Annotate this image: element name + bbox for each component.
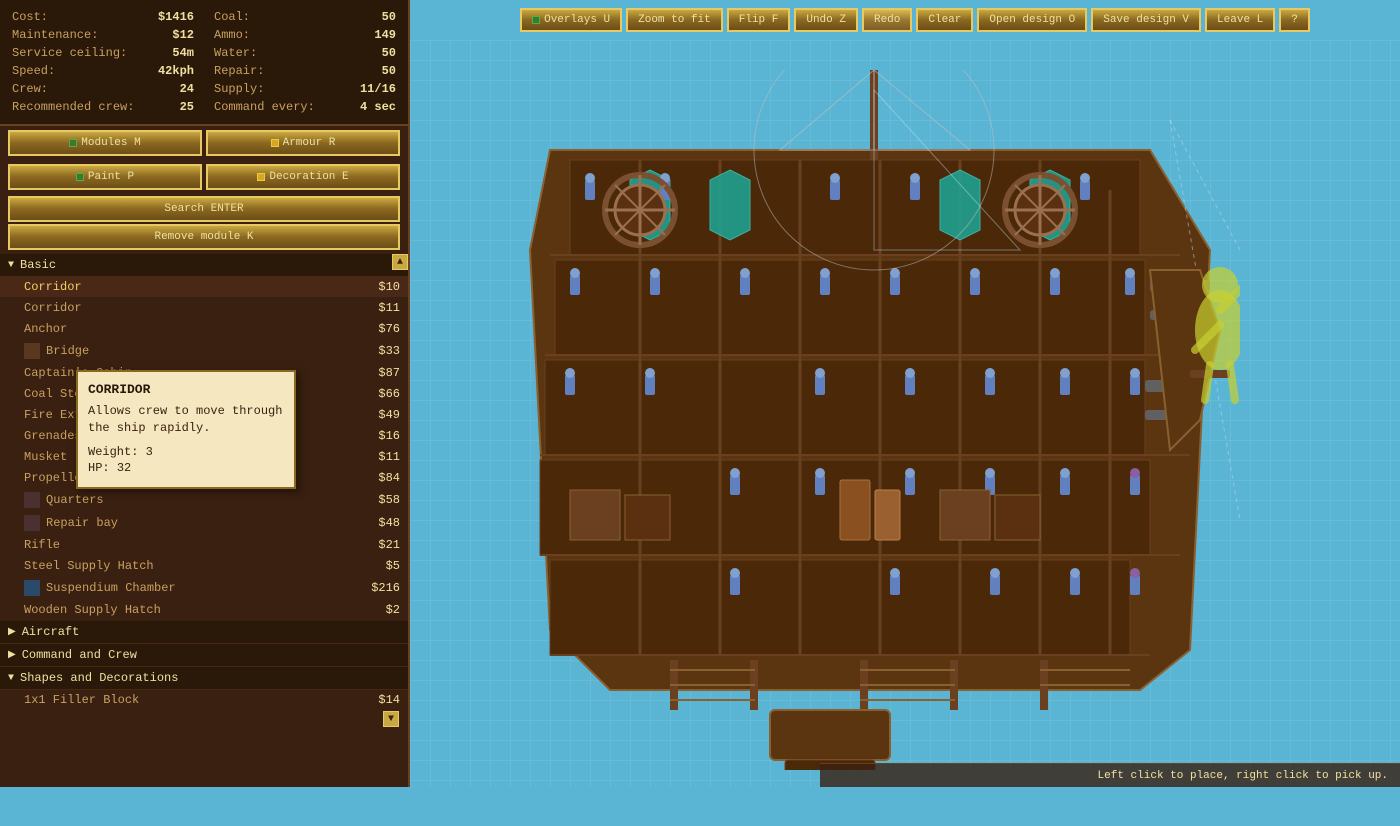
- list-item[interactable]: Quarters $58: [0, 489, 408, 512]
- scroll-up-arrow[interactable]: ▲: [392, 254, 408, 270]
- category-aircraft[interactable]: ▶ Aircraft: [0, 621, 408, 644]
- stat-service-ceiling: Service ceiling: 54m: [12, 44, 194, 62]
- item-icon: [24, 343, 40, 359]
- paint-indicator: [76, 173, 84, 181]
- stat-supply: Supply: 11/16: [214, 80, 396, 98]
- stat-recommended-crew: Recommended crew: 25: [12, 98, 194, 116]
- status-bar: Left click to place, right click to pick…: [820, 763, 1400, 787]
- zoom-to-fit-button[interactable]: Zoom to fit: [626, 8, 723, 32]
- category-basic[interactable]: ▼ Basic: [0, 254, 408, 277]
- armour-indicator: [271, 139, 279, 147]
- help-button[interactable]: ?: [1279, 8, 1310, 32]
- tooltip-hp: HP: 32: [88, 461, 284, 475]
- search-bar[interactable]: Search ENTER: [8, 196, 400, 222]
- paint-button[interactable]: Paint P: [8, 164, 202, 190]
- ship-display: [490, 70, 1240, 770]
- list-item[interactable]: Bridge $33: [0, 340, 408, 363]
- stat-speed: Speed: 42kph: [12, 62, 194, 80]
- scroll-down-arrow[interactable]: ▼: [383, 711, 399, 727]
- armour-button[interactable]: Armour R: [206, 130, 400, 156]
- decoration-indicator: [257, 173, 265, 181]
- open-design-button[interactable]: Open design O: [977, 8, 1087, 32]
- stats-right: Coal: 50 Ammo: 149 Water: 50 Repair: 50 …: [214, 8, 396, 116]
- remove-module-bar[interactable]: Remove module K: [8, 224, 400, 250]
- item-icon: [24, 580, 40, 596]
- stat-cost: Cost: $1416: [12, 8, 194, 26]
- stat-command-every: Command every: 4 sec: [214, 98, 396, 116]
- stat-water: Water: 50: [214, 44, 396, 62]
- tooltip-description: Allows crew to move through the ship rap…: [88, 403, 284, 437]
- list-item[interactable]: Repair bay $48: [0, 512, 408, 535]
- stat-coal: Coal: 50: [214, 8, 396, 26]
- tooltip-title: CORRIDOR: [88, 382, 284, 397]
- toolbar: Overlays U Zoom to fit Flip F Undo Z Red…: [430, 0, 1400, 40]
- item-icon: [24, 515, 40, 531]
- aircraft-expand-arrow: ▶: [8, 626, 16, 638]
- panel-row-1: Modules M Armour R: [0, 126, 408, 160]
- modules-button[interactable]: Modules M: [8, 130, 202, 156]
- list-item[interactable]: Corridor $11: [0, 298, 408, 319]
- stat-crew: Crew: 24: [12, 80, 194, 98]
- redo-button[interactable]: Redo: [862, 8, 912, 32]
- stat-repair: Repair: 50: [214, 62, 396, 80]
- modules-indicator: [69, 139, 77, 147]
- list-item[interactable]: Suspendium Chamber $216: [0, 577, 408, 600]
- overlays-button[interactable]: Overlays U: [520, 8, 622, 32]
- category-shapes-decorations[interactable]: ▼ Shapes and Decorations: [0, 667, 408, 690]
- list-item[interactable]: Anchor $76: [0, 319, 408, 340]
- basic-expand-arrow: ▼: [8, 260, 14, 271]
- stat-maintenance: Maintenance: $12: [12, 26, 194, 44]
- status-text: Left click to place, right click to pick…: [1098, 770, 1388, 782]
- save-design-button[interactable]: Save design V: [1091, 8, 1201, 32]
- module-list[interactable]: ▲ ▼ Basic Corridor $10 Corridor $11 Anch…: [0, 254, 408, 826]
- overlays-indicator: [532, 16, 540, 24]
- stat-ammo: Ammo: 149: [214, 26, 396, 44]
- tooltip-weight: Weight: 3: [88, 445, 284, 459]
- panel-row-2: Paint P Decoration E: [0, 160, 408, 194]
- clear-button[interactable]: Clear: [916, 8, 973, 32]
- stats-grid: Cost: $1416 Maintenance: $12 Service cei…: [12, 8, 396, 116]
- list-item[interactable]: Wooden Supply Hatch $2: [0, 600, 408, 621]
- command-crew-expand-arrow: ▶: [8, 649, 16, 661]
- list-item[interactable]: Corridor $10: [0, 277, 408, 298]
- leave-button[interactable]: Leave L: [1205, 8, 1275, 32]
- category-command-crew[interactable]: ▶ Command and Crew: [0, 644, 408, 667]
- list-item[interactable]: 1x1 Filler Block $14: [0, 690, 408, 711]
- stats-area: Cost: $1416 Maintenance: $12 Service cei…: [0, 0, 408, 126]
- design-canvas[interactable]: Left click to place, right click to pick…: [410, 40, 1400, 787]
- corridor-tooltip: CORRIDOR Allows crew to move through the…: [76, 370, 296, 489]
- list-item[interactable]: Steel Supply Hatch $5: [0, 556, 408, 577]
- shapes-expand-arrow: ▼: [8, 673, 14, 684]
- flip-button[interactable]: Flip F: [727, 8, 791, 32]
- item-icon: [24, 492, 40, 508]
- undo-button[interactable]: Undo Z: [794, 8, 858, 32]
- stats-left: Cost: $1416 Maintenance: $12 Service cei…: [12, 8, 194, 116]
- decoration-button[interactable]: Decoration E: [206, 164, 400, 190]
- list-item[interactable]: Rifle $21: [0, 535, 408, 556]
